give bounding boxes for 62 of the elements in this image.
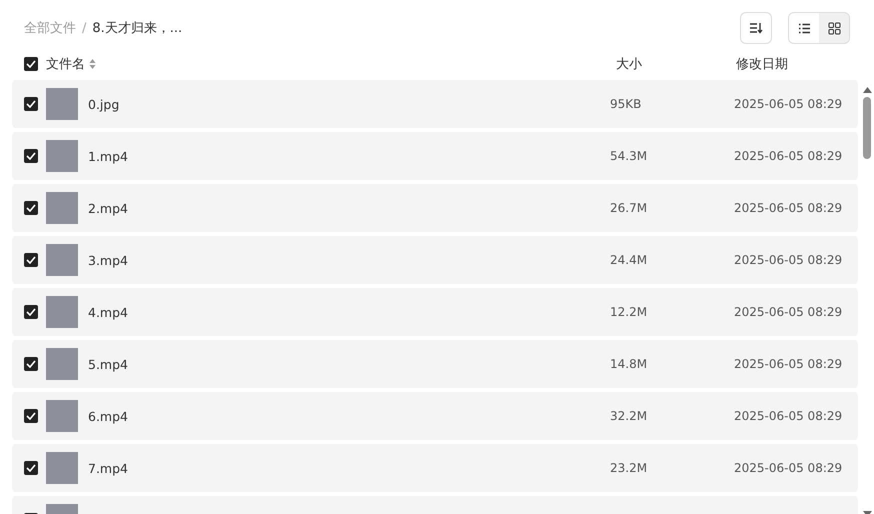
breadcrumb-item: 8.天才归来，... (92, 20, 182, 37)
photo-placeholder (46, 88, 78, 120)
file-name: 3.mp4 (88, 252, 128, 268)
modified-date: 2025-06-05 08:29 (734, 97, 844, 111)
scrollbar-thumb[interactable] (863, 97, 871, 159)
file-row[interactable]: 2.mp4 26.7M 2025-06-05 08:29 (12, 184, 858, 232)
modified-date: 2025-06-05 08:29 (734, 253, 844, 267)
photo-placeholder (46, 452, 78, 484)
breadcrumb-separator: / (82, 20, 86, 36)
file-row[interactable]: 4.mp4 12.2M 2025-06-05 08:29 (12, 288, 858, 336)
grid-icon (828, 22, 840, 34)
modified-date: 2025-06-05 08:29 (734, 461, 844, 475)
sort-icon (749, 22, 763, 34)
modified-date: 2025-06-05 08:29 (734, 357, 844, 371)
select-all-checkbox[interactable] (24, 57, 38, 71)
file-name: 7.mp4 (88, 460, 128, 476)
photo-placeholder (46, 348, 78, 380)
file-name: 4.mp4 (88, 304, 128, 320)
file-name: 5.mp4 (88, 356, 128, 372)
file-row[interactable]: 0.jpg 95KB 2025-06-05 08:29 (12, 80, 858, 128)
photo-placeholder (46, 400, 78, 432)
file-size: 32.2M (610, 409, 648, 423)
modified-date: 2025-06-05 08:29 (734, 201, 844, 215)
file-size: 14.8M (610, 357, 648, 371)
modified-date: 2025-06-05 08:29 (734, 305, 844, 319)
sort-arrows-icon[interactable] (89, 58, 96, 70)
file-row[interactable]: 3.mp4 24.4M 2025-06-05 08:29 (12, 236, 858, 284)
row-checkbox[interactable] (24, 461, 38, 475)
photo-placeholder (46, 244, 78, 276)
file-size: 12.2M (610, 305, 648, 319)
row-checkbox[interactable] (24, 305, 38, 319)
row-checkbox[interactable] (24, 97, 38, 111)
modified-date: 2025-06-05 08:29 (734, 409, 844, 423)
row-checkbox[interactable] (24, 357, 38, 371)
file-name: 6.mp4 (88, 408, 128, 424)
column-header: 修改日期 (736, 56, 789, 73)
column-header[interactable]: 文件名 (46, 55, 85, 73)
row-checkbox[interactable] (24, 253, 38, 267)
photo-placeholder (46, 140, 78, 172)
list-icon (798, 22, 810, 34)
file-size: 23.2M (610, 461, 648, 475)
file-size: 95KB (610, 97, 642, 111)
file-row[interactable]: 1.mp4 54.3M 2025-06-05 08:29 (12, 132, 858, 180)
file-name: 0.jpg (88, 96, 120, 112)
sort-button[interactable] (740, 12, 772, 44)
file-name: 2.mp4 (88, 200, 128, 216)
modified-date: 2025-06-05 08:29 (734, 149, 844, 163)
row-checkbox[interactable] (24, 409, 38, 423)
list-view-button[interactable] (789, 13, 819, 43)
photo-placeholder (46, 296, 78, 328)
scroll-up-icon[interactable] (862, 87, 872, 93)
file-size: 24.4M (610, 253, 648, 267)
file-name: 1.mp4 (88, 148, 128, 164)
file-row[interactable]: 6.mp4 32.2M 2025-06-05 08:29 (12, 392, 858, 440)
file-row[interactable]: 5.mp4 14.8M 2025-06-05 08:29 (12, 340, 858, 388)
file-size: 26.7M (610, 201, 648, 215)
file-size: 54.3M (610, 149, 648, 163)
row-checkbox[interactable] (24, 149, 38, 163)
column-header: 大小 (616, 56, 643, 73)
photo-placeholder (46, 192, 78, 224)
row-checkbox[interactable] (24, 201, 38, 215)
file-row[interactable]: 7.mp4 23.2M 2025-06-05 08:29 (12, 444, 858, 492)
